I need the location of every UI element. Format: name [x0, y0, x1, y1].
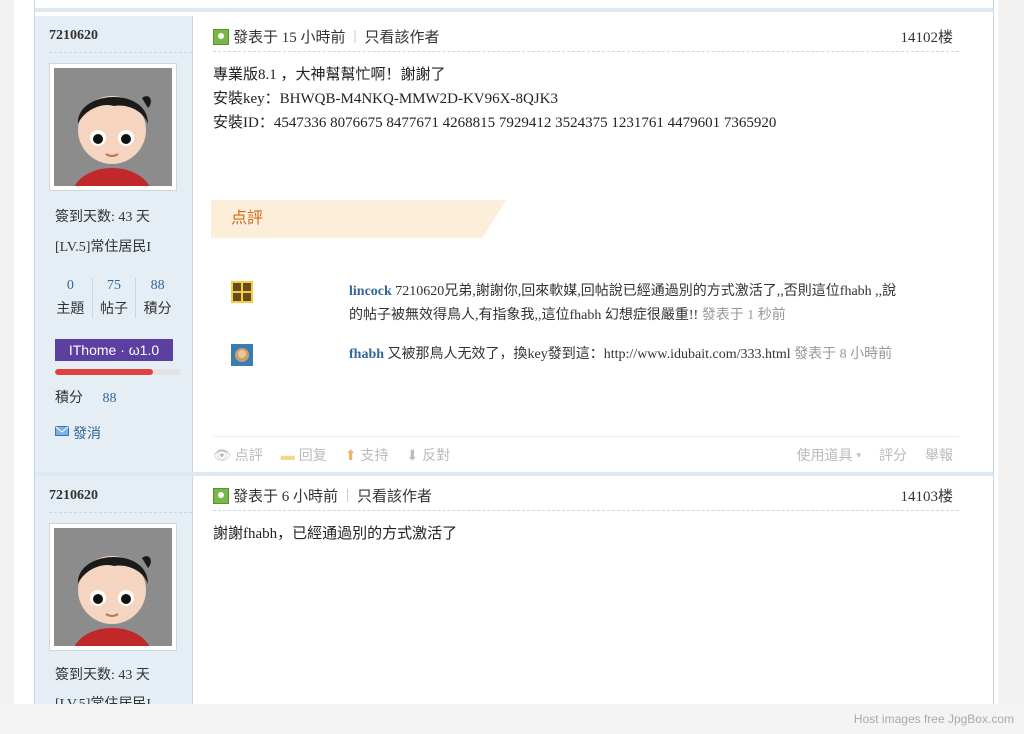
user-level[interactable]: [LV.5]常住居民I [55, 236, 151, 256]
footer-text[interactable]: Host images free JpgBox.com [854, 712, 1014, 726]
comment-item: lincock 7210620兄弟,謝謝你,回來軟媒,回帖說已經通過別的方式激活… [349, 280, 969, 328]
oppose-button[interactable]: ⬇ 反對 [407, 445, 451, 465]
envelope-icon [55, 425, 69, 441]
rate-label: 評分 [879, 447, 907, 463]
review-button[interactable]: 👁 点評 [213, 445, 263, 465]
floor-number[interactable]: 14103楼 [900, 485, 953, 506]
content-line: 謝謝fhabh，已經通過別的方式激活了 [213, 526, 458, 542]
stat-label: 帖子 [100, 302, 128, 317]
toolbar-right: 使用道具 ▾ 評分 舉報 [796, 445, 953, 465]
user-level[interactable]: [LV.5]常住居民I [55, 693, 151, 704]
points-row: 積分 88 [55, 387, 117, 407]
post-content: 專業版8.1 ，大神幫幫忙啊！謝謝了 安裝key：BHWQB-M4NKQ-MMW… [213, 63, 776, 135]
comment-text: 7210620兄弟,謝謝你,回來軟媒,回帖說已經通過別的方式激活了,,否則這位f… [395, 284, 897, 299]
post-sidebar: 7210620 [35, 476, 193, 704]
post-sidebar: 7210620 [35, 16, 193, 472]
stat-posts[interactable]: 75 帖子 [93, 278, 137, 318]
only-author-link[interactable]: 只看該作者 [365, 26, 440, 47]
previous-post-toolbar [35, 0, 993, 12]
points-label: 積分 [55, 391, 83, 406]
stat-number: 88 [150, 278, 165, 293]
content-line: 安裝ID：4547336 8076675 8477671 4268815 792… [213, 115, 777, 131]
checkin-days: 簽到天数: 43 天 [55, 210, 150, 225]
post: 7210620 [35, 476, 993, 704]
comment-item: fhabh 又被那鳥人无效了，換key發到這：http://www.idubai… [349, 343, 969, 367]
review-banner: 点評 [211, 200, 506, 238]
author-name[interactable]: 7210620 [49, 488, 98, 504]
bear-avatar-icon[interactable] [231, 281, 253, 303]
image-host-footer: Host images free JpgBox.com [0, 704, 1024, 734]
post: 7210620 [35, 16, 993, 472]
report-label: 舉報 [925, 447, 953, 463]
comment-time: 發表于 8 小時前 [794, 347, 893, 362]
post-time: 發表于 6 小時前 [233, 489, 339, 505]
send-message-link[interactable]: 發消 [55, 423, 101, 443]
author-name[interactable]: 7210620 [49, 28, 98, 44]
support-button[interactable]: ⬆ 支持 [345, 445, 389, 465]
online-status-icon [213, 28, 229, 45]
photo-avatar-icon[interactable] [231, 344, 253, 366]
use-tool-button[interactable]: 使用道具 ▾ [796, 445, 861, 465]
stat-number: 0 [66, 278, 74, 293]
stat-label: 主題 [56, 302, 85, 317]
rate-button[interactable]: 評分 [879, 445, 907, 465]
stat-points[interactable]: 88 積分 [136, 278, 179, 318]
points-value: 88 [102, 391, 117, 406]
reply-button[interactable]: ▬ 回复 [281, 445, 327, 465]
post-header: 發表于 6 小時前 | 只看該作者 14103楼 [213, 485, 959, 511]
comment-text: 又被那鳥人无效了，換key發到這：http://www.idubait.com/… [387, 347, 791, 362]
post-header: 發表于 15 小時前 | 只看該作者 14102楼 [213, 26, 959, 52]
post-main: 發表于 6 小時前 | 只看該作者 14103楼 謝謝fhabh，已經通過別的方… [213, 476, 959, 704]
checkin-days: 簽到天数: 43 天 [55, 668, 150, 683]
arrow-up-icon: ⬆ [344, 446, 357, 463]
post-content: 謝謝fhabh，已經通過別的方式激活了 [213, 522, 457, 546]
comment-time: 發表于 1 秒前 [701, 308, 786, 323]
separator: | [353, 28, 357, 44]
forum-thread: 7210620 簽到天数: 43 天 [LV.5]常住居民I 0 主題 75 帖… [34, 0, 994, 704]
avatar[interactable] [49, 523, 177, 651]
content-line: 專業版8.1 ，大神幫幫忙啊！謝謝了 [213, 67, 446, 83]
post-time: 發表于 15 小時前 [233, 30, 346, 46]
report-button[interactable]: 舉報 [925, 445, 953, 465]
eye-icon: 👁 [213, 446, 231, 463]
oppose-label: 反對 [422, 447, 451, 463]
post-meta: 發表于 15 小時前 | 只看該作者 [213, 26, 440, 47]
page: 7210620 簽到天数: 43 天 [LV.5]常住居民I 0 主題 75 帖… [14, 0, 998, 704]
chevron-down-icon: ▾ [856, 449, 861, 460]
level-progress-bar [55, 369, 181, 375]
online-status-icon [213, 487, 229, 504]
comment-user[interactable]: lincock [349, 284, 392, 299]
arrow-down-icon: ⬇ [406, 446, 419, 463]
only-author-link[interactable]: 只看該作者 [357, 485, 432, 506]
post-toolbar: 👁 点評 ▬ 回复 ⬆ 支持 ⬇ 反對 使用道具 ▾ 評分 舉報 [213, 436, 959, 470]
comment-text: 的帖子被無效得鳥人,有指象我,,這位fhabh 幻想症很嚴重!! [349, 308, 699, 323]
user-stats: 0 主題 75 帖子 88 積分 [49, 278, 179, 318]
comment-user[interactable]: fhabh [349, 347, 384, 362]
avatar[interactable] [49, 63, 177, 191]
cartoon-avatar-icon [54, 528, 172, 646]
use-tool-label: 使用道具 [796, 447, 853, 463]
medal-badge: IThome · ω1.0 [55, 339, 173, 361]
message-label: 發消 [73, 427, 101, 442]
stat-label: 積分 [143, 302, 172, 317]
support-label: 支持 [360, 447, 389, 463]
stat-topics[interactable]: 0 主題 [49, 278, 93, 318]
post-main: 發表于 15 小時前 | 只看該作者 14102楼 專業版8.1 ，大神幫幫忙啊… [211, 16, 959, 472]
content-line: 安裝key：BHWQB-M4NKQ-MMW2D-KV96X-8QJK3 [213, 91, 558, 107]
stat-number: 75 [107, 278, 121, 293]
toolbar-left: 👁 点評 ▬ 回复 ⬆ 支持 ⬇ 反對 [213, 445, 450, 465]
separator: | [346, 487, 350, 503]
post-meta: 發表于 6 小時前 | 只看該作者 [213, 485, 432, 506]
divider [49, 512, 192, 513]
speech-bubble-icon: ▬ [280, 447, 295, 463]
review-label: 点評 [234, 447, 263, 463]
progress-fill [55, 369, 154, 375]
reply-label: 回复 [298, 447, 327, 463]
floor-number[interactable]: 14102楼 [900, 26, 953, 47]
divider [49, 52, 192, 53]
cartoon-avatar-icon [54, 68, 172, 186]
